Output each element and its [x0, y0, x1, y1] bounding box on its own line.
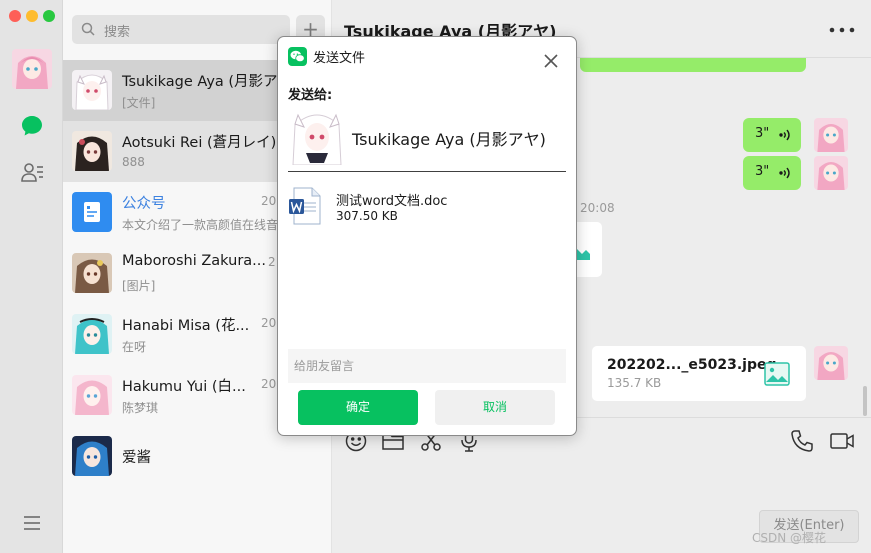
- voice-message-bubble[interactable]: 3": [743, 118, 801, 152]
- search-box[interactable]: 搜索: [72, 15, 290, 44]
- conversation-name: Maboroshi Zakura...: [122, 253, 267, 269]
- conversation-preview: 陈梦琪: [122, 401, 159, 415]
- recipient-avatar: [288, 107, 346, 165]
- file-name: 测试word文档.doc: [336, 194, 448, 209]
- contacts-icon[interactable]: [20, 160, 44, 184]
- file-size: 135.7 KB: [607, 376, 662, 390]
- avatar[interactable]: [814, 346, 848, 380]
- conversation-preview: 在呀: [122, 340, 147, 354]
- avatar: [72, 70, 112, 110]
- avatar: [72, 131, 112, 171]
- conversation-preview: 本文介绍了一款高颜值在线音: [122, 218, 279, 232]
- close-icon[interactable]: [543, 53, 559, 69]
- word-file-icon: [289, 187, 321, 225]
- search-placeholder: 搜索: [104, 25, 131, 40]
- send-file-dialog: 发送文件 发送给: Tsukikage Aya (月影アヤ) 测试word文档.…: [277, 36, 577, 436]
- dialog-divider: [288, 171, 566, 172]
- message-input[interactable]: [288, 349, 566, 383]
- conversation-name: 爱酱: [122, 450, 151, 466]
- conversation-preview: [图片]: [122, 279, 156, 293]
- phone-icon[interactable]: [790, 429, 814, 453]
- avatar[interactable]: [814, 156, 848, 190]
- official-account-avatar: [72, 192, 112, 232]
- cancel-button[interactable]: 取消: [435, 390, 555, 425]
- conversation-time: 20: [261, 316, 277, 330]
- dialog-title: 发送文件: [313, 51, 366, 66]
- voice-duration: 3": [755, 126, 770, 141]
- left-rail: [0, 0, 63, 553]
- search-icon: [81, 22, 95, 36]
- avatar[interactable]: [814, 118, 848, 152]
- wechat-logo-icon: [288, 47, 307, 66]
- video-icon[interactable]: [829, 429, 855, 453]
- chat-scrollbar[interactable]: [863, 386, 867, 416]
- conversation-name: 公众号: [122, 196, 166, 212]
- voice-wave-icon: [779, 129, 790, 141]
- close-window-button[interactable]: [9, 10, 21, 22]
- conversation-time: 20: [261, 194, 277, 208]
- conversation-preview: [文件]: [122, 96, 156, 110]
- conversation-name: Hanabi Misa (花...: [122, 318, 250, 334]
- file-size: 307.50 KB: [336, 209, 398, 223]
- conversation-time: 20: [261, 377, 277, 391]
- avatar: [72, 314, 112, 354]
- voice-message-bubble[interactable]: 3": [743, 156, 801, 190]
- file-name: 202202..._e5023.jpeg: [607, 357, 777, 373]
- conversation-name: Aotsuki Rei (蒼月レイ): [122, 135, 277, 151]
- conversation-name: Hakumu Yui (白...: [122, 379, 246, 395]
- confirm-button[interactable]: 确定: [298, 390, 418, 425]
- message-time: 20:08: [580, 201, 615, 215]
- avatar: [72, 253, 112, 293]
- minimize-window-button[interactable]: [26, 10, 38, 22]
- voice-duration: 3": [755, 164, 770, 179]
- avatar: [72, 375, 112, 415]
- image-file-icon: [764, 362, 790, 386]
- recipient-name: Tsukikage Aya (月影アヤ): [352, 130, 546, 149]
- chat-icon[interactable]: [20, 114, 44, 138]
- send-to-label: 发送给:: [288, 88, 333, 103]
- conversation-time: 2: [268, 255, 276, 269]
- conversation-name: Tsukikage Aya (月影アヤ): [122, 74, 298, 90]
- file-message-card[interactable]: 202202..._e5023.jpeg 135.7 KB: [592, 346, 806, 401]
- my-avatar[interactable]: [12, 49, 52, 89]
- conversation-preview: 888: [122, 155, 145, 169]
- more-options-icon[interactable]: [828, 22, 856, 38]
- watermark: CSDN @樱花: [752, 531, 827, 545]
- maximize-window-button[interactable]: [43, 10, 55, 22]
- avatar: [72, 436, 112, 476]
- voice-wave-icon: [779, 167, 790, 179]
- message-bubble[interactable]: [580, 58, 806, 72]
- menu-icon[interactable]: [21, 512, 43, 534]
